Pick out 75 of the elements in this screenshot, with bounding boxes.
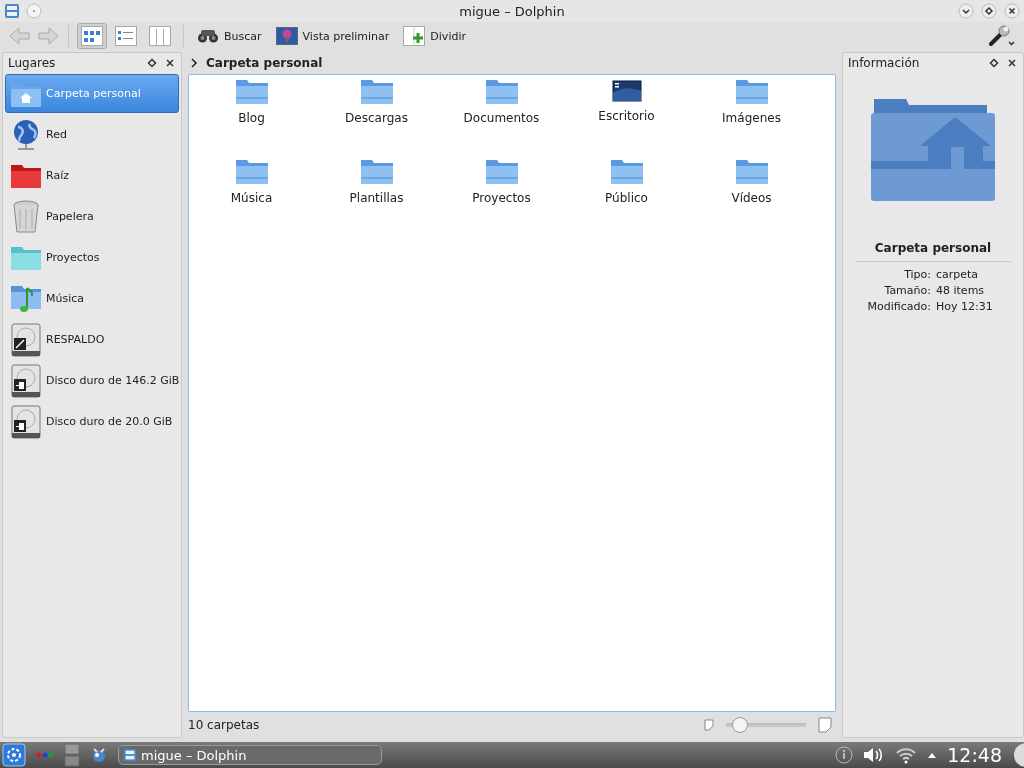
file-item[interactable]: Público	[564, 159, 689, 239]
place-item[interactable]: Disco duro de 146.2 GiB	[5, 361, 179, 400]
file-item[interactable]: Vídeos	[689, 159, 814, 239]
pager-icon[interactable]	[64, 743, 80, 767]
place-item[interactable]: Raíz	[5, 156, 179, 195]
place-item[interactable]: Red	[5, 115, 179, 154]
zoom-in-icon[interactable]	[818, 717, 832, 733]
music-folder-icon	[10, 283, 42, 314]
file-item[interactable]: Documentos	[439, 79, 564, 159]
home-folder-icon	[871, 97, 995, 201]
folder-icon	[609, 159, 644, 185]
hard-drive-edit-icon	[10, 322, 42, 357]
close-icon[interactable]	[1004, 3, 1020, 19]
folder-icon	[734, 79, 769, 105]
split-view-icon	[403, 26, 426, 46]
panel-title: Información	[848, 56, 920, 70]
float-icon[interactable]	[147, 58, 157, 68]
file-item[interactable]: Proyectos	[439, 159, 564, 239]
folder-icon	[484, 159, 519, 185]
file-item[interactable]: Imágenes	[689, 79, 814, 159]
breadcrumb-item[interactable]: Carpeta personal	[206, 56, 323, 70]
wifi-icon[interactable]	[895, 746, 918, 764]
file-item[interactable]: Escritorio	[564, 79, 689, 159]
close-icon[interactable]	[1007, 58, 1017, 68]
item-name: Carpeta personal	[873, 241, 993, 255]
close-icon[interactable]	[165, 58, 175, 68]
place-item[interactable]: Proyectos	[5, 238, 179, 277]
field-label: Tamaño:	[883, 283, 932, 297]
chevron-icon[interactable]	[190, 58, 198, 68]
folder-icon	[10, 162, 42, 189]
task-button[interactable]: migue – Dolphin	[118, 745, 382, 765]
expand-tray-icon[interactable]	[927, 751, 938, 759]
float-icon[interactable]	[989, 58, 999, 68]
search-button[interactable]: Buscar	[192, 26, 267, 46]
panel-title: Lugares	[8, 56, 56, 70]
preview-button[interactable]: Vista preliminar	[270, 25, 395, 47]
file-item[interactable]: Blog	[189, 79, 314, 159]
field-label: Tipo:	[903, 267, 932, 281]
file-item[interactable]: Plantillas	[314, 159, 439, 239]
icons-view-button[interactable]	[77, 23, 107, 49]
folder-icon	[484, 79, 519, 105]
zoom-out-icon[interactable]	[704, 719, 714, 731]
folder-icon	[234, 79, 269, 105]
desktop-folder-icon	[611, 79, 642, 103]
launcher-icon[interactable]	[2, 743, 26, 767]
folder-icon	[359, 79, 394, 105]
field-label: Modificado:	[866, 299, 932, 313]
place-item[interactable]: Papelera	[5, 197, 179, 236]
clock: 12:48	[947, 744, 1002, 766]
minimize-icon[interactable]	[958, 3, 974, 19]
binoculars-icon	[197, 28, 219, 44]
folder-icon	[10, 244, 42, 271]
folder-icon	[234, 159, 269, 185]
place-item[interactable]: RESPALDO	[5, 320, 179, 359]
file-item[interactable]: Música	[189, 159, 314, 239]
place-item[interactable]: Música	[5, 279, 179, 318]
trash-icon	[10, 199, 42, 234]
file-item[interactable]: Descargas	[314, 79, 439, 159]
balloon-image-icon	[275, 27, 298, 45]
app-icon	[123, 748, 137, 762]
window-title: migue – Dolphin	[459, 3, 565, 19]
status-text: 10 carpetas	[188, 718, 260, 732]
field-value: Hoy 12:31	[936, 299, 993, 313]
app-icon[interactable]	[4, 3, 20, 19]
folder-icon	[734, 159, 769, 185]
place-item[interactable]: Disco duro de 20.0 GiB	[5, 402, 179, 441]
split-button[interactable]: Dividir	[398, 24, 471, 48]
wrench-icon[interactable]	[988, 24, 1016, 48]
info-icon[interactable]	[835, 746, 854, 764]
field-value: carpeta	[936, 267, 979, 281]
folder-icon	[359, 159, 394, 185]
field-value: 48 items	[936, 283, 985, 297]
hard-drive-icon	[10, 404, 42, 439]
hard-drive-icon	[10, 363, 42, 398]
maximize-icon[interactable]	[981, 3, 997, 19]
